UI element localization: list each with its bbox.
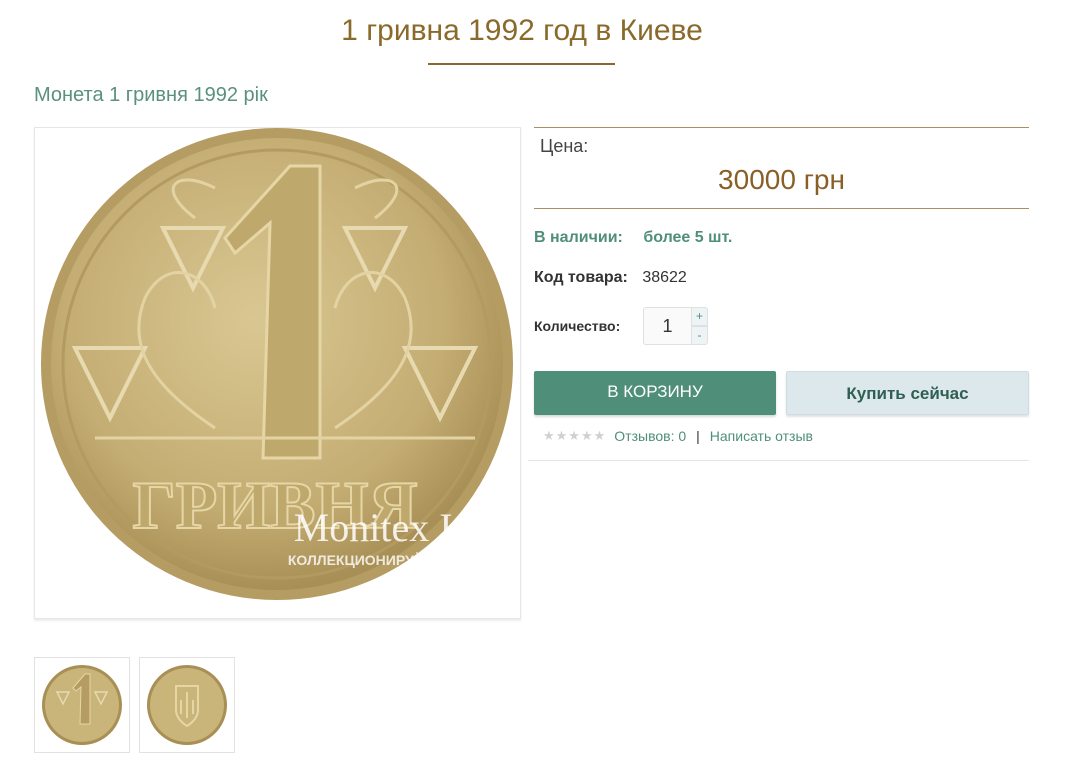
reviews-count-link[interactable]: Отзывов: 0 — [614, 428, 686, 444]
coin-obverse-thumb-icon — [42, 665, 122, 745]
add-to-cart-button[interactable]: В КОРЗИНУ — [534, 371, 776, 415]
title-underline — [428, 63, 615, 65]
product-code-label: Код товара: — [534, 269, 628, 286]
thumbnail-obverse[interactable] — [34, 657, 130, 753]
rating-stars-icon: ★★★★★ — [543, 428, 607, 443]
product-code-value: 38622 — [642, 269, 687, 286]
write-review-link[interactable]: Написать отзыв — [710, 428, 813, 444]
coin-obverse-image: ГРИВНЯ Monitex Inc. КОЛЛЕКЦИОНИРУЙТЕ С Н… — [41, 128, 513, 600]
reviews-separator: | — [696, 428, 700, 444]
watermark-title: Monitex Inc. — [294, 505, 501, 550]
price-value: 30000 грн — [718, 164, 845, 195]
watermark-slogan: КОЛЛЕКЦИОНИРУЙТЕ С НАМИ! — [288, 551, 506, 568]
price-block: Цена: 30000 грн — [534, 127, 1029, 209]
product-subtitle: Монета 1 гривня 1992 рік — [34, 84, 268, 106]
product-code-row: Код товара: 38622 — [534, 269, 687, 287]
availability-row: В наличии: более 5 шт. — [534, 229, 732, 247]
quantity-decrement-button[interactable]: - — [691, 326, 708, 345]
coin-reverse-thumb-icon — [147, 665, 227, 745]
main-product-image[interactable]: ГРИВНЯ Monitex Inc. КОЛЛЕКЦИОНИРУЙТЕ С Н… — [34, 127, 521, 619]
divider — [528, 460, 1029, 461]
quantity-label: Количество: — [534, 318, 621, 334]
thumbnail-reverse[interactable] — [139, 657, 235, 753]
buy-now-button[interactable]: Купить сейчас — [786, 371, 1029, 415]
price-label: Цена: — [540, 136, 589, 156]
availability-value: более 5 шт. — [643, 229, 733, 246]
availability-label: В наличии: — [534, 229, 623, 246]
quantity-input[interactable] — [643, 307, 691, 345]
page-title: 1 гривна 1992 год в Киеве — [341, 14, 703, 47]
reviews-row: ★★★★★ Отзывов: 0 | Написать отзыв — [543, 428, 813, 444]
quantity-increment-button[interactable]: + — [691, 307, 708, 326]
